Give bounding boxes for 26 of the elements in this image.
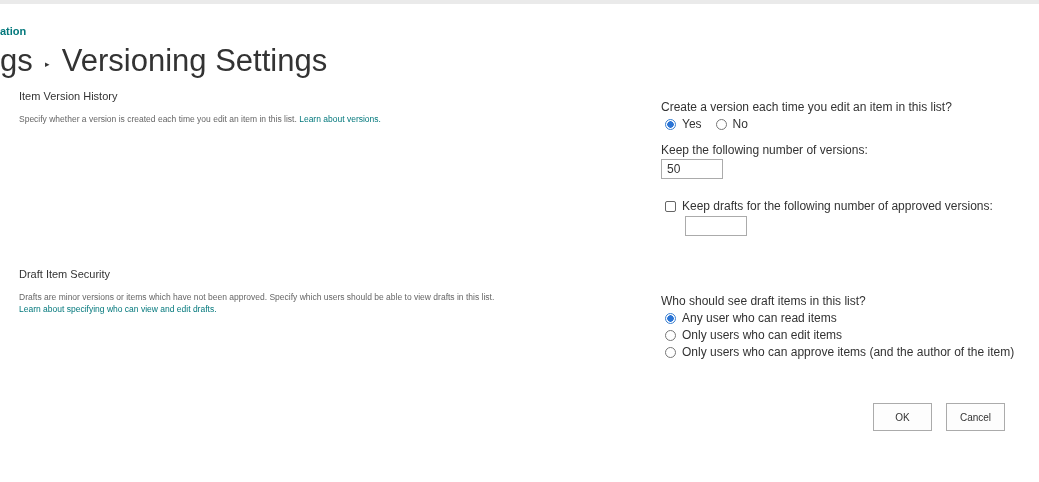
learn-more-link[interactable]: Learn about specifying who can view and edit drafts. <box>19 304 217 314</box>
cancel-button[interactable]: Cancel <box>946 403 1005 431</box>
page-title: Versioning Settings <box>61 43 328 79</box>
title-breadcrumb-link[interactable]: gs <box>0 43 33 79</box>
breadcrumb-separator-icon: ▸ <box>44 59 50 69</box>
radio-label: Only users who can approve items (and the author of the item) <box>682 345 1015 359</box>
section-heading: Draft Item Security <box>19 268 111 280</box>
radio-button[interactable] <box>665 118 676 130</box>
ok-button[interactable]: OK <box>873 403 932 431</box>
number-field[interactable] <box>685 216 747 236</box>
section-description: Drafts are minor versions or items which have not been approved. Specify which users should be able to view drafts in this list. Learn about specifying who can view and edit drafts. <box>19 291 496 315</box>
number-field[interactable]: 50 <box>661 159 723 179</box>
radio-label: Yes <box>682 117 702 131</box>
checkbox[interactable] <box>665 200 676 212</box>
section-heading: Item Version History <box>19 90 118 102</box>
radio-label: Any user who can read items <box>682 311 837 325</box>
field-label: Keep the following number of versions: <box>661 143 868 157</box>
radio-button[interactable] <box>665 312 676 324</box>
learn-more-link[interactable]: Learn about versions. <box>299 114 381 124</box>
checkbox-label: Keep drafts for the following number of approved versions: <box>682 199 993 213</box>
question-label: Who should see draft items in this list? <box>661 294 866 308</box>
radio-label: Only users who can edit items <box>682 328 843 342</box>
question-label: Create a version each time you edit an item in this list? <box>661 100 952 114</box>
radio-label: No <box>732 117 748 131</box>
breadcrumb-link[interactable]: ation <box>0 25 27 37</box>
section-description: Specify whether a version is created each time you edit an item in this list. Learn about versions. <box>19 113 382 125</box>
